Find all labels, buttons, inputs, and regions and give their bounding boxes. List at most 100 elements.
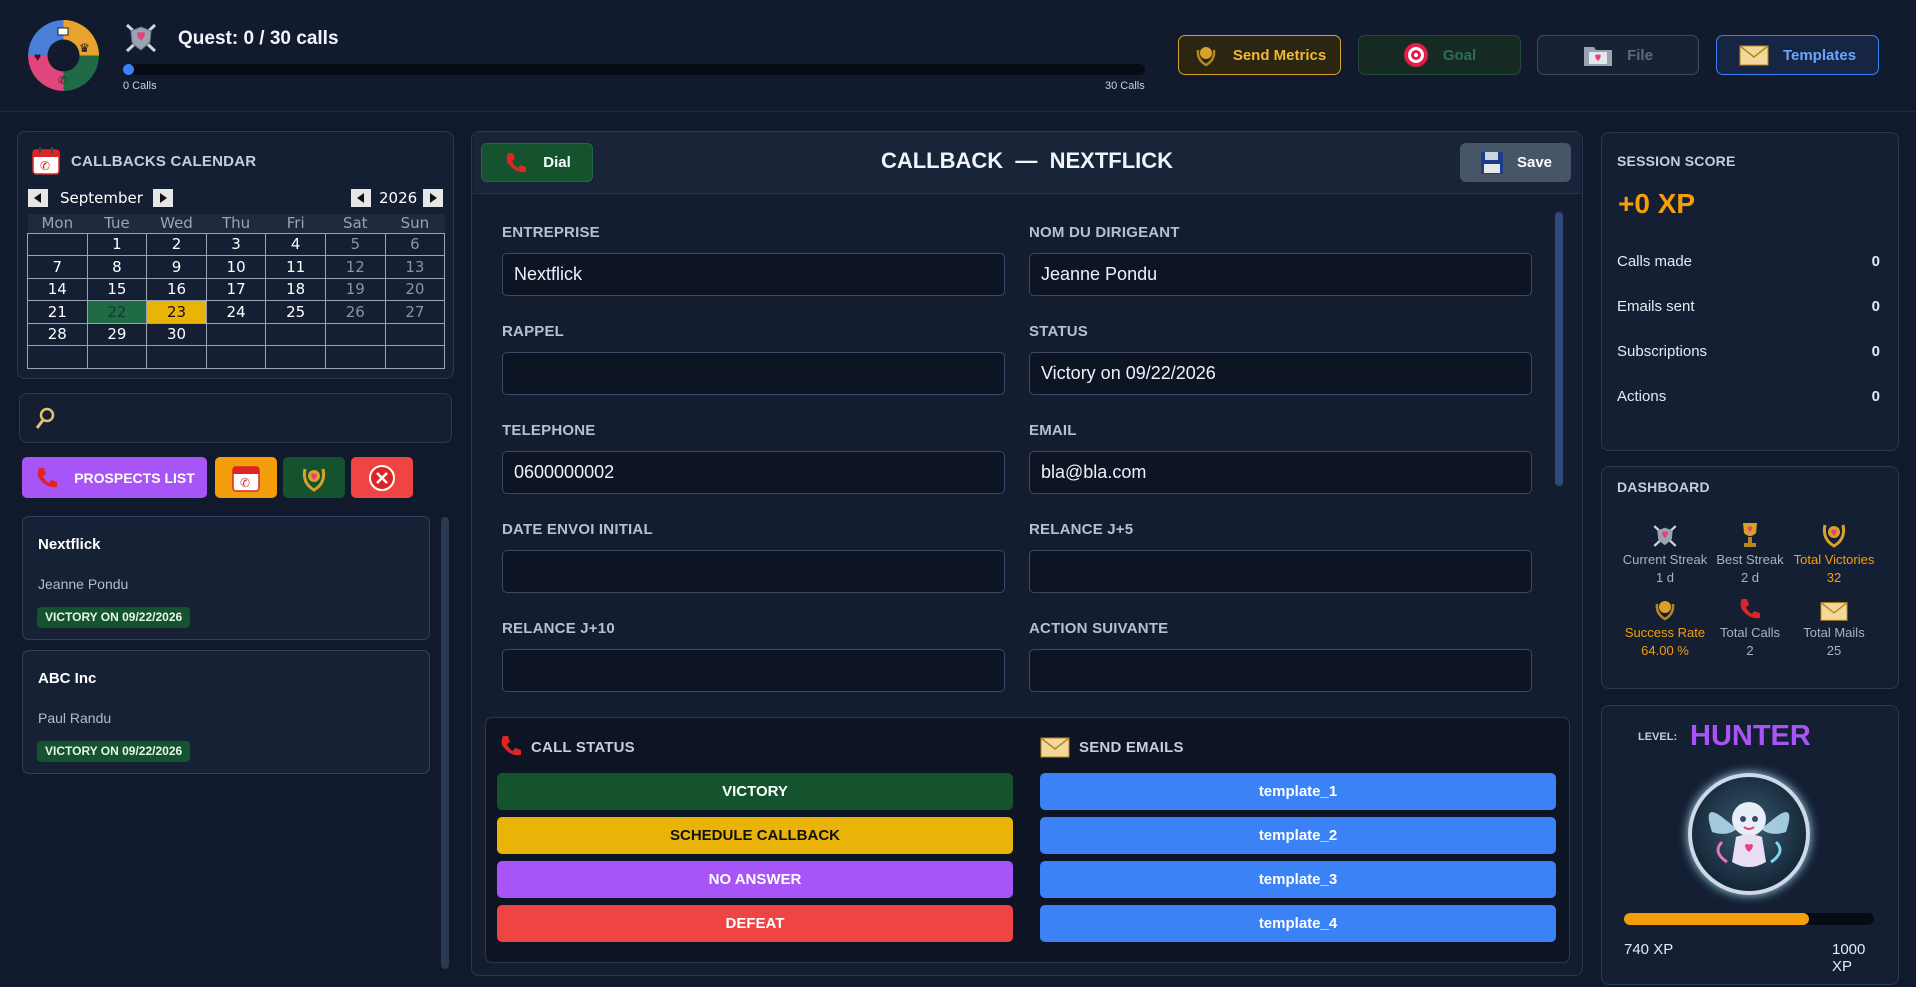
calendar-day: [265, 322, 326, 346]
calendar-day[interactable]: 16: [146, 277, 207, 301]
calendar-day[interactable]: 26: [324, 300, 386, 324]
calendar-day[interactable]: 20: [384, 277, 446, 301]
calendar-day: [86, 345, 148, 369]
call-status-title: CALL STATUS: [531, 739, 635, 756]
calendar-day[interactable]: 29: [86, 322, 148, 346]
search-input[interactable]: [64, 402, 444, 434]
weekday-header: Thu: [206, 214, 266, 233]
email-input[interactable]: bla@bla.com: [1029, 451, 1532, 494]
field-label: STATUS: [1029, 323, 1088, 340]
entreprise-input[interactable]: Nextflick: [502, 253, 1005, 296]
success-rate-stat: Success Rate 64.00 %: [1620, 588, 1710, 660]
victory-button[interactable]: VICTORY: [497, 773, 1013, 810]
calendar-icon: ✆: [31, 146, 61, 181]
template-button[interactable]: template_2: [1040, 817, 1556, 854]
weekday-header: Fri: [265, 214, 326, 233]
save-button[interactable]: Save: [1460, 143, 1571, 182]
templates-button[interactable]: Templates: [1716, 35, 1879, 75]
target-icon: [1403, 43, 1428, 67]
field-label: EMAIL: [1029, 422, 1077, 439]
quest-title: Quest: 0 / 30 calls: [178, 28, 339, 49]
shield-icon: [1653, 525, 1677, 547]
telephone-input[interactable]: 0600000002: [502, 451, 1005, 494]
prospect-contact: Jeanne Pondu: [38, 576, 129, 592]
calendar-view-button[interactable]: ✆: [215, 457, 277, 498]
prospects-list-button[interactable]: PROSPECTS LIST: [22, 457, 207, 498]
relance-j5-input[interactable]: [1029, 550, 1532, 593]
calendar-day[interactable]: 10: [205, 255, 267, 279]
prospect-company: Nextflick: [38, 536, 101, 553]
next-month-button[interactable]: [153, 189, 173, 207]
calendar-day[interactable]: 1: [86, 232, 148, 256]
laurel-icon: [1822, 524, 1846, 548]
calendar-day[interactable]: 12: [324, 255, 386, 279]
prospect-status-badge: VICTORY ON 09/22/2026: [37, 607, 191, 628]
app-logo[interactable]: ♛ ♥ ✆: [28, 20, 99, 91]
calendar-day[interactable]: 27: [384, 300, 446, 324]
status-input[interactable]: Victory on 09/22/2026: [1029, 352, 1532, 395]
prospect-contact: Paul Randu: [38, 710, 112, 726]
relance-j10-input[interactable]: [502, 649, 1005, 692]
file-button[interactable]: File: [1537, 35, 1699, 75]
calendar-day[interactable]: 15: [86, 277, 148, 301]
prev-year-button[interactable]: [351, 189, 371, 207]
calendar-day[interactable]: 11: [265, 255, 326, 279]
calendar-day[interactable]: 23: [146, 300, 207, 324]
calendar-day[interactable]: 18: [265, 277, 326, 301]
defeat-button[interactable]: DEFEAT: [497, 905, 1013, 942]
calendar-day: [27, 345, 88, 369]
search-box[interactable]: [19, 393, 452, 443]
template-button[interactable]: template_4: [1040, 905, 1556, 942]
delete-button[interactable]: [351, 457, 413, 498]
calendar-day[interactable]: 25: [265, 300, 326, 324]
calendar-day[interactable]: 7: [27, 255, 88, 279]
calendar-day[interactable]: 17: [205, 277, 267, 301]
template-button[interactable]: template_1: [1040, 773, 1556, 810]
calendar-year: 2026: [379, 189, 418, 207]
score-row: Subscriptions 0: [1617, 343, 1880, 360]
calendar-day[interactable]: 13: [384, 255, 446, 279]
calendar-day[interactable]: 3: [205, 232, 267, 256]
calendar-day[interactable]: 14: [27, 277, 88, 301]
calendar-day[interactable]: 4: [265, 232, 326, 256]
field-label: ACTION SUIVANTE: [1029, 620, 1169, 637]
form-scrollbar[interactable]: [1555, 212, 1563, 486]
xp-max-label: 1000 XP: [1832, 941, 1866, 975]
calendar-day[interactable]: 2: [146, 232, 207, 256]
weekday-header: Tue: [87, 214, 147, 233]
calendar-day[interactable]: 24: [205, 300, 267, 324]
calendar-day[interactable]: 5: [324, 232, 386, 256]
prospect-card[interactable]: ABC Inc Paul Randu VICTORY ON 09/22/2026: [22, 650, 430, 774]
calendar-day[interactable]: 30: [146, 322, 207, 346]
envelope-icon: [1820, 602, 1848, 621]
calendar-day[interactable]: 19: [324, 277, 386, 301]
calendar-day[interactable]: 28: [27, 322, 88, 346]
send-metrics-button[interactable]: Send Metrics: [1178, 35, 1341, 75]
field-label: NOM DU DIRIGEANT: [1029, 224, 1180, 241]
calendar-day[interactable]: 22: [86, 300, 148, 324]
dirigeant-input[interactable]: Jeanne Pondu: [1029, 253, 1532, 296]
calendar-day[interactable]: 6: [384, 232, 446, 256]
prev-month-button[interactable]: [28, 189, 48, 207]
calendar-day[interactable]: 8: [86, 255, 148, 279]
session-xp: +0 XP: [1618, 188, 1696, 219]
calendar-day[interactable]: 9: [146, 255, 207, 279]
prospect-company: ABC Inc: [38, 670, 97, 687]
victories-filter-button[interactable]: [283, 457, 345, 498]
calendar-icon: ✆: [232, 465, 260, 492]
template-button[interactable]: template_3: [1040, 861, 1556, 898]
dashboard-title: DASHBOARD: [1617, 479, 1710, 495]
action-suivante-input[interactable]: [1029, 649, 1532, 692]
goal-button[interactable]: Goal: [1358, 35, 1521, 75]
rappel-input[interactable]: [502, 352, 1005, 395]
no-answer-button[interactable]: NO ANSWER: [497, 861, 1013, 898]
schedule-callback-button[interactable]: SCHEDULE CALLBACK: [497, 817, 1013, 854]
prospects-scrollbar[interactable]: [441, 517, 449, 969]
next-year-button[interactable]: [423, 189, 443, 207]
calendar-day: [324, 322, 386, 346]
date-envoi-input[interactable]: [502, 550, 1005, 593]
calendar-day: [146, 345, 207, 369]
calendar-day[interactable]: 21: [27, 300, 88, 324]
prospect-card[interactable]: Nextflick Jeanne Pondu VICTORY ON 09/22/…: [22, 516, 430, 640]
quest-max-label: 30 Calls: [1105, 80, 1145, 92]
